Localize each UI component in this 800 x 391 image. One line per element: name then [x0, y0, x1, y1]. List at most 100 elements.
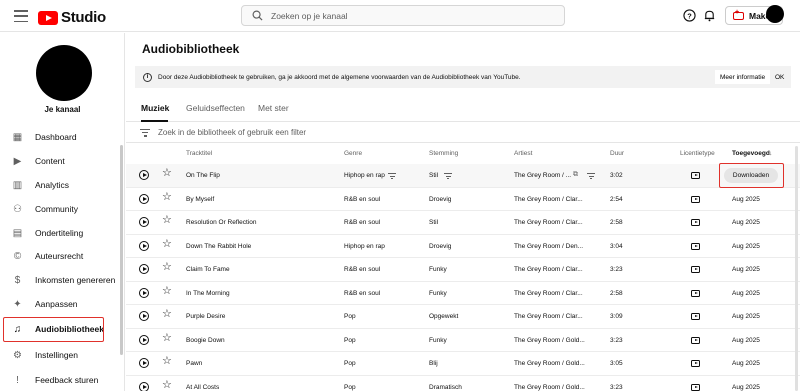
sidebar-item-label: Instellingen — [35, 350, 79, 360]
sidebar-item-monetization[interactable]: $ Inkomsten genereren — [0, 269, 125, 291]
svg-text:?: ? — [687, 11, 692, 20]
sidebar-item-feedback[interactable]: ! Feedback sturen — [0, 369, 125, 391]
table-row[interactable]: ☆ Pawn Pop Blij The Grey Room / Gold... 3:05 A… — [126, 352, 800, 376]
star-icon[interactable]: ☆ — [162, 379, 172, 391]
sidebar-item-label: Content — [35, 156, 65, 166]
help-icon[interactable]: ? — [683, 9, 696, 22]
track-mood: Funky — [429, 336, 447, 344]
menu-icon[interactable] — [14, 10, 28, 22]
sidebar-item-dashboard[interactable]: ▦ Dashboard — [0, 126, 125, 148]
genre-filter-icon[interactable] — [388, 173, 396, 179]
track-added: Aug 2025 — [732, 313, 760, 320]
sidebar-scrollbar[interactable] — [120, 145, 123, 355]
track-genre: R&B en soul — [344, 289, 381, 297]
more-info-button[interactable]: Meer informatie — [715, 70, 771, 84]
track-mood: Stil — [429, 172, 439, 179]
track-duration: 3:02 — [610, 172, 623, 179]
studio-logo[interactable]: Studio — [38, 9, 106, 26]
star-icon[interactable]: ☆ — [162, 285, 172, 297]
play-icon[interactable] — [139, 170, 149, 180]
bell-icon[interactable] — [703, 9, 716, 22]
play-icon[interactable] — [139, 358, 149, 368]
tab-starred[interactable]: Met ster — [258, 103, 289, 113]
sort-arrow-icon[interactable]: ↓ — [769, 150, 772, 157]
track-duration: 3:05 — [610, 360, 623, 367]
col-track-title[interactable]: Tracktitel — [186, 150, 212, 157]
track-artist: The Grey Room / Gold... — [514, 383, 585, 391]
license-icon — [691, 383, 700, 391]
license-icon — [691, 266, 700, 273]
star-icon[interactable]: ☆ — [162, 168, 172, 179]
filter-icon — [140, 128, 150, 137]
play-icon[interactable] — [139, 264, 149, 274]
table-row[interactable]: ☆ Resolution Or Reflection R&B en soul Stil… — [126, 211, 800, 235]
track-artist: The Grey Room / Clar... — [514, 195, 583, 203]
track-title: Pawn — [186, 360, 203, 367]
sidebar-item-community[interactable]: ⚇ Community — [0, 198, 125, 220]
main-scrollbar[interactable] — [795, 146, 798, 391]
play-icon[interactable] — [139, 334, 149, 345]
youtube-logo-icon — [38, 10, 58, 25]
sidebar-item-label: Aanpassen — [35, 299, 78, 309]
col-artist[interactable]: Artiest — [514, 150, 532, 157]
track-genre: R&B en soul — [344, 195, 381, 203]
community-icon: ⚇ — [13, 203, 22, 215]
ok-button[interactable]: OK — [771, 70, 788, 84]
col-genre[interactable]: Genre — [344, 150, 362, 157]
channel-avatar[interactable] — [36, 45, 92, 101]
subtitles-icon: ▤ — [12, 227, 23, 239]
star-icon[interactable]: ☆ — [162, 262, 172, 273]
track-mood: Blij — [429, 360, 438, 367]
sidebar-item-settings[interactable]: ⚙ Instellingen — [0, 344, 125, 366]
play-icon[interactable] — [139, 287, 149, 298]
download-button[interactable]: Downloaden — [724, 168, 778, 183]
sidebar-item-copyright[interactable]: © Auteursrecht — [0, 245, 125, 267]
play-icon[interactable] — [139, 381, 149, 391]
table-row[interactable]: ☆ By Myself R&B en soul Droevig The Grey Roo… — [126, 188, 800, 211]
col-license[interactable]: Licentietype — [680, 150, 715, 157]
table-row[interactable]: ☆ In The Morning R&B en soul Funky The Grey … — [126, 282, 800, 305]
play-icon[interactable] — [139, 311, 149, 321]
play-icon[interactable] — [139, 193, 149, 204]
sidebar-item-customize[interactable]: ✦ Aanpassen — [0, 293, 125, 315]
sidebar-item-label: Inkomsten genereren — [35, 275, 116, 285]
play-icon[interactable] — [139, 217, 149, 227]
table-row[interactable]: ☆ Boogie Down Pop Funky The Grey Room / Gold… — [126, 329, 800, 352]
track-artist: The Grey Room / Den... — [514, 242, 583, 250]
table-row[interactable]: ☆ Purple Desire Pop Opgewekt The Grey Room /… — [126, 305, 800, 329]
table-row[interactable]: ☆ At All Costs Pop Dramatisch The Grey Room … — [126, 376, 800, 391]
sidebar-item-subtitles[interactable]: ▤ Ondertiteling — [0, 222, 125, 244]
col-added[interactable]: Toegevoegd — [732, 150, 770, 157]
col-mood[interactable]: Stemming — [429, 150, 458, 157]
track-title: Resolution Or Reflection — [186, 219, 257, 226]
sidebar-item-analytics[interactable]: ▥ Analytics — [0, 174, 125, 196]
artist-filter-icon[interactable] — [587, 173, 595, 179]
track-title: On The Flip — [186, 172, 220, 179]
account-avatar[interactable] — [766, 5, 784, 23]
download-highlight: Downloaden — [719, 163, 784, 188]
sidebar-item-content[interactable]: ▶ Content — [0, 150, 125, 172]
content-icon: ▶ — [13, 155, 22, 167]
table-row[interactable]: ☆ Down The Rabbit Hole Hiphop en rap Droevi… — [126, 235, 800, 258]
track-duration: 3:09 — [610, 313, 623, 320]
table-row[interactable]: ☆ On The Flip Hiphop en rap Stil The Grey Ro… — [126, 163, 800, 188]
star-icon[interactable]: ☆ — [162, 356, 172, 367]
track-duration: 2:54 — [610, 195, 623, 203]
mood-filter-icon[interactable] — [444, 173, 452, 179]
logo-text: Studio — [61, 9, 106, 26]
play-icon[interactable] — [139, 240, 149, 251]
track-artist: The Grey Room / Gold... — [514, 360, 585, 367]
star-icon[interactable]: ☆ — [162, 309, 172, 320]
star-icon[interactable]: ☆ — [162, 191, 172, 203]
star-icon[interactable]: ☆ — [162, 238, 172, 250]
search-input[interactable] — [271, 10, 551, 21]
star-icon[interactable]: ☆ — [162, 215, 172, 226]
open-external-icon[interactable]: ⧉ — [573, 171, 578, 179]
star-icon[interactable]: ☆ — [162, 332, 172, 344]
table-row[interactable]: ☆ Claim To Fame R&B en soul Funky The Grey R… — [126, 258, 800, 282]
search-box[interactable] — [241, 5, 565, 26]
col-duration[interactable]: Duur — [610, 150, 624, 157]
tab-music[interactable]: Muziek — [141, 103, 169, 113]
filter-bar[interactable]: Zoek in de bibliotheek of gebruik een fi… — [126, 123, 800, 143]
tab-sound-effects[interactable]: Geluidseffecten — [186, 103, 245, 113]
